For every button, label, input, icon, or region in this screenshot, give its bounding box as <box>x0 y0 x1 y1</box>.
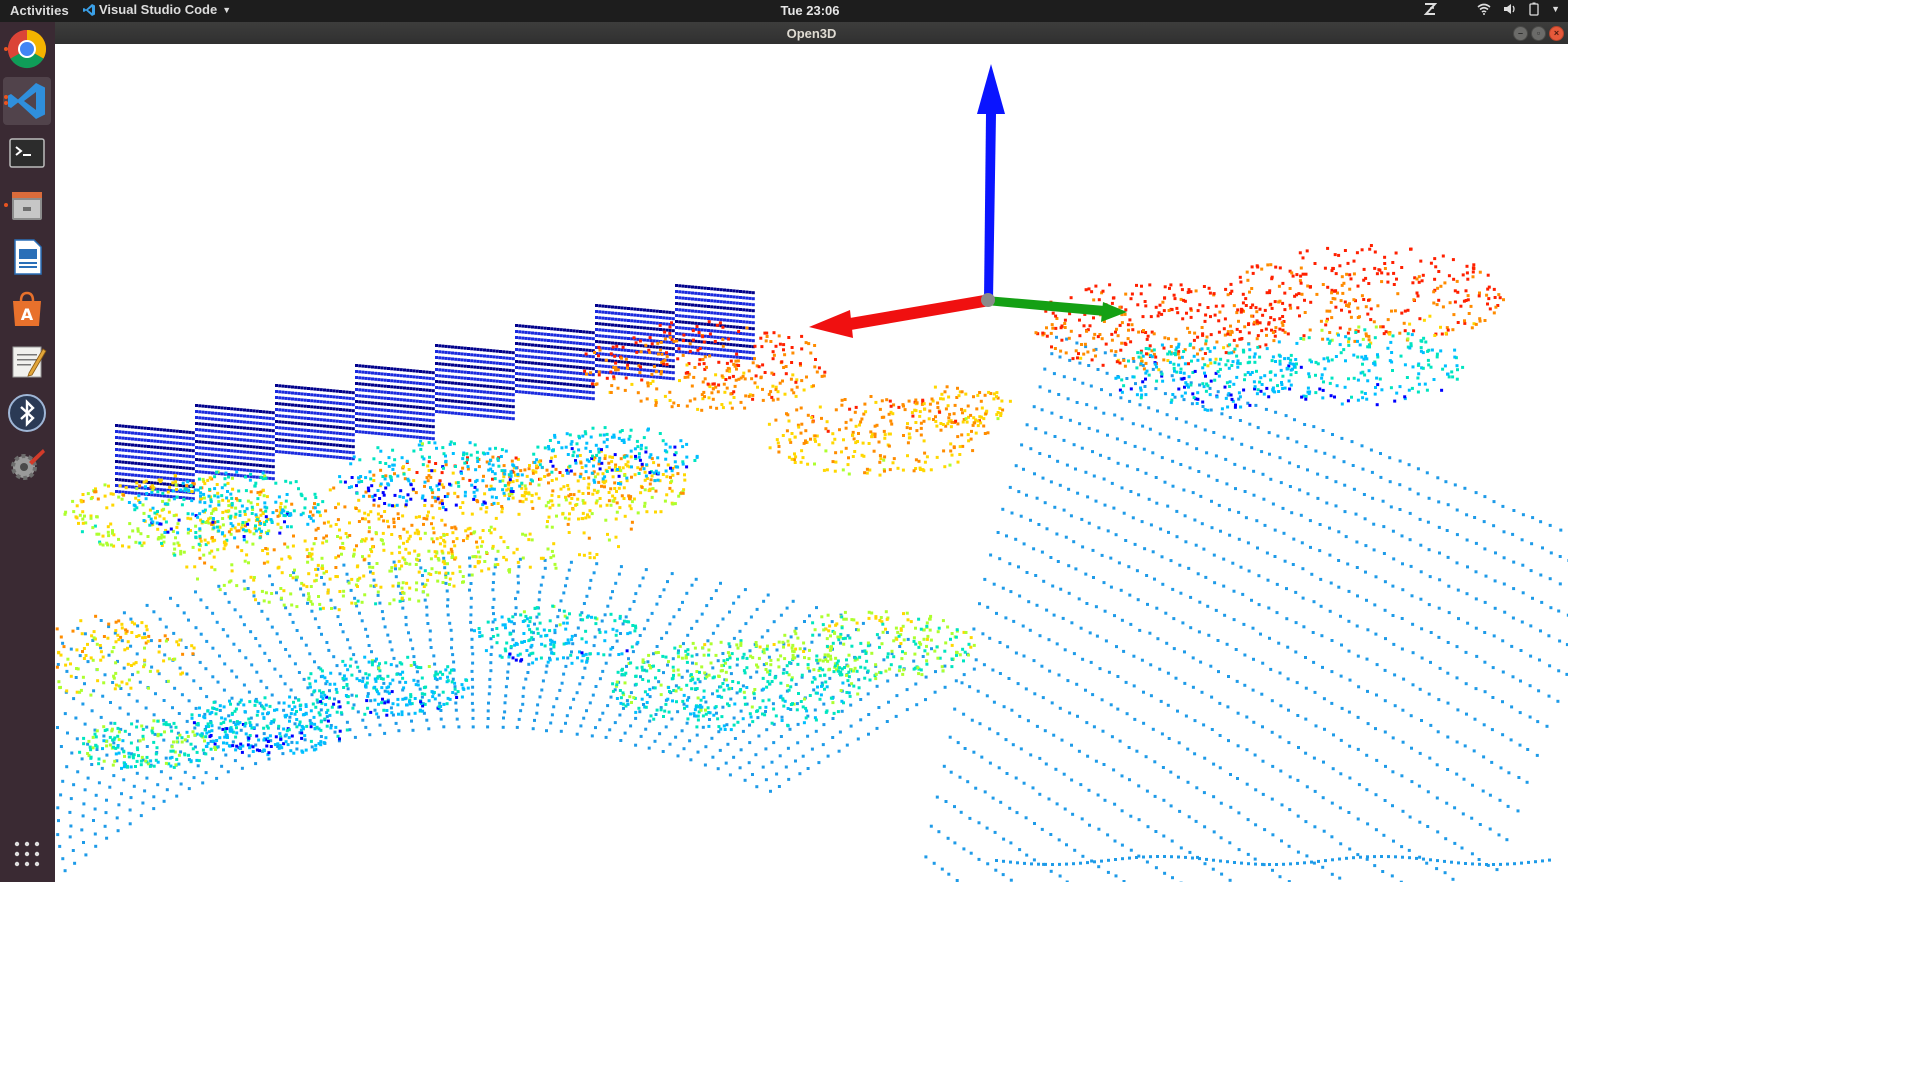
zoom-indicator-icon[interactable] <box>1423 2 1438 16</box>
dock-item-software[interactable]: A <box>3 285 51 333</box>
files-icon <box>12 192 42 220</box>
window-title: Open3D <box>786 26 837 41</box>
app-menu-label: Visual Studio Code <box>99 2 218 17</box>
bluetooth-icon <box>8 394 46 432</box>
x-axis-arrow <box>844 294 990 331</box>
dock-item-writer[interactable] <box>3 233 51 281</box>
writer-icon <box>14 239 42 275</box>
vscode-icon <box>83 3 95 16</box>
open3d-viewport[interactable] <box>55 44 1568 882</box>
wifi-icon[interactable] <box>1477 3 1491 15</box>
terminal-icon <box>9 138 45 168</box>
window-controls: – ▫ × <box>1513 26 1564 41</box>
dock-item-text-editor[interactable] <box>3 337 51 385</box>
coordinate-frame <box>809 64 1127 338</box>
y-axis-arrow <box>986 296 1105 316</box>
svg-text:A: A <box>21 305 34 324</box>
dock-item-files[interactable] <box>3 181 51 229</box>
activities-button[interactable]: Activities <box>10 3 69 18</box>
vscode-icon <box>8 83 45 119</box>
origin-marker <box>981 293 995 307</box>
clock[interactable]: Tue 23:06 <box>760 3 860 18</box>
close-button[interactable]: × <box>1549 26 1564 41</box>
point-cloud-canvas[interactable] <box>55 44 1568 882</box>
point-cloud <box>55 244 1568 882</box>
battery-icon[interactable] <box>1529 2 1539 16</box>
dock-item-bluetooth[interactable] <box>3 389 51 437</box>
maximize-button[interactable]: ▫ <box>1531 26 1546 41</box>
top-bar: Activities Visual Studio Code ▼ Tue 23:0… <box>0 0 1568 22</box>
dock-item-settings[interactable] <box>3 441 51 489</box>
software-icon: A <box>13 291 41 326</box>
show-apps-icon <box>14 841 40 867</box>
settings-icon <box>11 449 45 480</box>
dock: A <box>0 22 55 882</box>
dock-item-chrome[interactable] <box>3 25 51 73</box>
z-axis-arrow <box>984 114 996 300</box>
system-menu-arrow-icon[interactable]: ▼ <box>1551 4 1560 14</box>
chrome-icon <box>7 29 47 69</box>
dock-item-vscode[interactable] <box>3 77 51 125</box>
minimize-button[interactable]: – <box>1513 26 1528 41</box>
volume-icon[interactable] <box>1503 3 1517 15</box>
text-editor-icon <box>12 346 47 378</box>
app-menu[interactable]: Visual Studio Code ▼ <box>83 2 231 17</box>
chevron-down-icon: ▼ <box>222 4 232 15</box>
show-apps-button[interactable] <box>3 830 51 878</box>
dock-item-terminal[interactable] <box>3 129 51 177</box>
system-tray[interactable]: ▼ <box>1423 2 1560 16</box>
window-title-bar[interactable]: Open3D – ▫ × <box>55 22 1568 45</box>
